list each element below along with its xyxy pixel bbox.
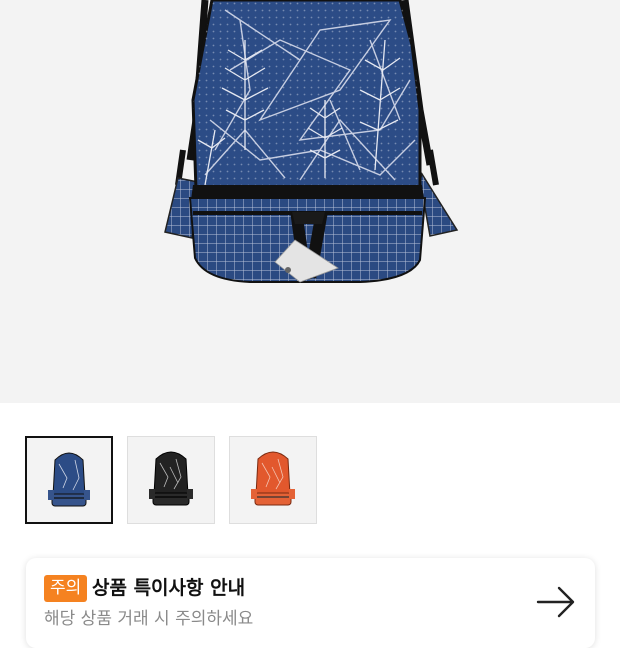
arrow-right-icon[interactable]	[536, 585, 576, 619]
backpack-navy-icon	[164, 0, 459, 283]
notice-subtitle: 해당 상품 거래 시 주의하세요	[44, 609, 254, 629]
warning-badge: 주의	[44, 575, 88, 602]
backpack-navy-icon	[48, 452, 90, 507]
thumbnail-orange[interactable]	[229, 436, 317, 524]
backpack-orange-icon	[251, 451, 295, 506]
notice-title: 상품 특이사항 안내	[92, 577, 246, 599]
backpack-black-icon	[149, 451, 193, 506]
thumbnail-strip	[0, 403, 620, 543]
product-notice-card[interactable]: 주의 상품 특이사항 안내 해당 상품 거래 시 주의하세요	[26, 558, 595, 648]
product-image[interactable]	[0, 0, 620, 403]
thumbnail-black[interactable]	[127, 436, 215, 524]
thumbnail-navy[interactable]	[25, 436, 113, 524]
